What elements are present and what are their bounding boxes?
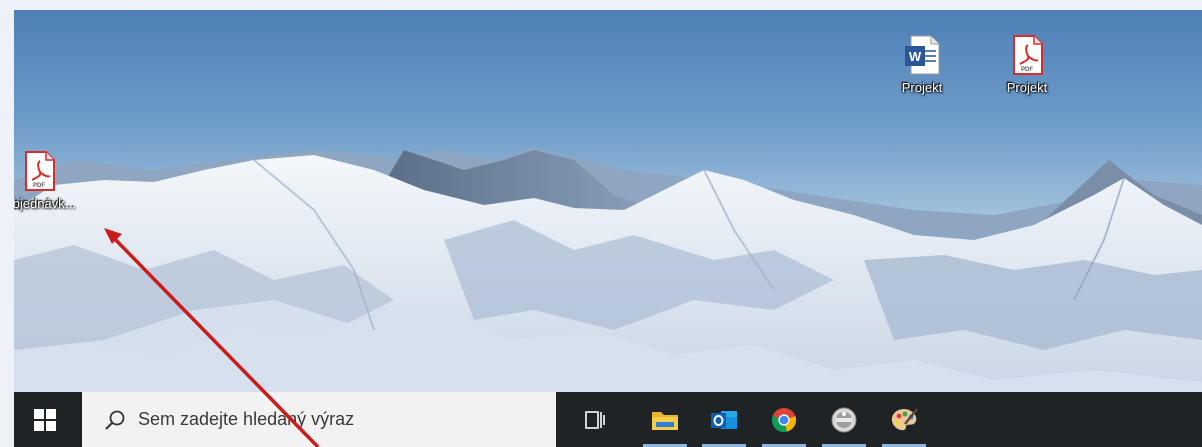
taskbar-search[interactable]: Sem zadejte hledaný výraz	[82, 392, 556, 447]
start-button[interactable]	[14, 392, 76, 447]
desktop-icon-label: Projekt	[901, 80, 943, 95]
taskbar-task-view[interactable]	[569, 392, 621, 447]
taskbar-app[interactable]	[818, 392, 870, 447]
chrome-icon	[771, 407, 797, 432]
windows-logo-icon	[34, 408, 56, 431]
taskbar-outlook[interactable]	[698, 392, 750, 447]
taskbar-file-explorer[interactable]	[639, 392, 691, 447]
svg-text:W: W	[909, 49, 922, 64]
desktop-icon-objednavka-pdf[interactable]: PDF Objednávk...	[14, 150, 84, 211]
desktop-icon-label: Projekt	[1006, 80, 1048, 95]
search-placeholder: Sem zadejte hledaný výraz	[138, 409, 355, 429]
folder-icon	[652, 411, 678, 430]
gray-circle-app-icon	[831, 407, 857, 432]
search-icon	[105, 410, 125, 430]
screen: W Projekt PDF Projekt PDF Objednávk..	[0, 0, 1202, 447]
taskbar-paint[interactable]	[878, 392, 930, 447]
desktop-icon-projekt-pdf[interactable]: PDF Projekt	[982, 34, 1072, 95]
pdf-document-icon: PDF	[1013, 35, 1043, 75]
svg-text:PDF: PDF	[1021, 67, 1033, 73]
word-document-icon: W	[905, 35, 940, 75]
outlook-icon	[711, 410, 737, 429]
svg-text:PDF: PDF	[33, 183, 45, 189]
desktop-icon-label: Objednávk...	[14, 196, 76, 211]
taskbar: Sem zadejte hledaný výraz	[14, 392, 1202, 447]
pdf-document-icon: PDF	[25, 151, 55, 191]
taskbar-chrome[interactable]	[758, 392, 810, 447]
desktop-icon-projekt-word[interactable]: W Projekt	[877, 34, 967, 95]
palette-icon	[891, 407, 918, 430]
task-view-icon	[585, 410, 605, 429]
desktop[interactable]: W Projekt PDF Projekt PDF Objednávk..	[14, 10, 1202, 392]
